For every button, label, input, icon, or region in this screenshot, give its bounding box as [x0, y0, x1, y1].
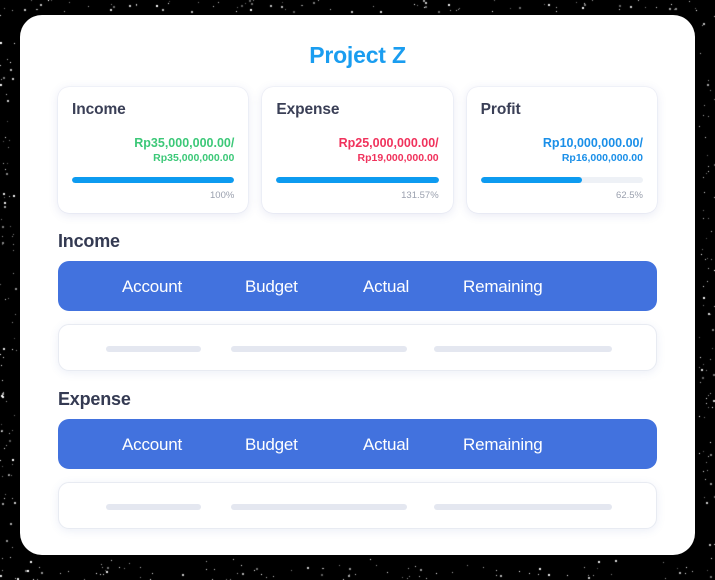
column-header-account[interactable]: Account	[122, 276, 245, 297]
summary-card-title: Income	[72, 101, 126, 118]
table-row[interactable]	[58, 324, 657, 371]
table-row[interactable]	[58, 482, 657, 529]
skeleton-placeholder	[434, 346, 612, 352]
column-header-actual[interactable]: Actual	[363, 434, 463, 455]
summary-card-income[interactable]: Income Rp35,000,000.00/ Rp35,000,000.00 …	[58, 87, 249, 213]
skeleton-placeholder	[106, 504, 201, 510]
summary-card-profit[interactable]: Profit Rp10,000,000.00/ Rp16,000,000.00 …	[466, 87, 657, 213]
summary-card-percent-label: 100%	[210, 190, 235, 201]
summary-card-percent-label: 62.5%	[616, 190, 643, 201]
column-header-remaining[interactable]: Remaining	[463, 276, 543, 297]
page-title: Project Z	[309, 42, 406, 68]
summary-card-progress-track	[276, 177, 439, 183]
summary-card-value-primary: Rp25,000,000.00/	[338, 136, 439, 150]
column-header-account[interactable]: Account	[122, 434, 245, 455]
summary-card-percent-label: 131.57%	[401, 190, 439, 201]
table-header-expense: Account Budget Actual Remaining	[58, 419, 657, 469]
summary-card-value-secondary: Rp35,000,000.00	[153, 152, 235, 164]
summary-card-expense[interactable]: Expense Rp25,000,000.00/ Rp19,000,000.00…	[262, 87, 453, 213]
column-header-budget[interactable]: Budget	[245, 276, 363, 297]
summary-card-values: Rp10,000,000.00/ Rp16,000,000.00	[481, 135, 643, 165]
section-expense: Expense Account Budget Actual Remaining	[20, 388, 695, 529]
skeleton-placeholder	[106, 346, 201, 352]
summary-card-value-secondary: Rp19,000,000.00	[357, 152, 439, 164]
summary-card-progress-fill	[480, 177, 583, 183]
skeleton-placeholder	[434, 504, 612, 510]
column-header-remaining[interactable]: Remaining	[463, 434, 543, 455]
summary-card-value-primary: Rp35,000,000.00/	[134, 136, 235, 150]
table-header-income: Account Budget Actual Remaining	[58, 261, 657, 311]
skeleton-placeholder	[231, 346, 407, 352]
summary-card-progress-track	[72, 177, 235, 183]
summary-card-values: Rp25,000,000.00/ Rp19,000,000.00	[276, 135, 439, 165]
summary-card-progress-fill	[72, 177, 235, 183]
summary-card-value-primary: Rp10,000,000.00/	[542, 136, 643, 150]
summary-card-values: Rp35,000,000.00/ Rp35,000,000.00	[72, 135, 234, 165]
summary-card-row: Income Rp35,000,000.00/ Rp35,000,000.00 …	[20, 87, 695, 213]
section-income: Income Account Budget Actual Remaining	[20, 230, 695, 371]
summary-card-progress-fill	[276, 177, 439, 183]
summary-card-title: Expense	[276, 101, 340, 118]
column-header-budget[interactable]: Budget	[245, 434, 363, 455]
section-title: Income	[58, 231, 120, 251]
section-title: Expense	[58, 389, 131, 409]
summary-card-value-secondary: Rp16,000,000.00	[561, 152, 643, 164]
skeleton-placeholder	[231, 504, 407, 510]
column-header-actual[interactable]: Actual	[363, 276, 463, 297]
app-panel: Project Z Income Rp35,000,000.00/ Rp35,0…	[20, 15, 695, 555]
summary-card-title: Profit	[480, 101, 521, 118]
summary-card-progress-track	[480, 177, 643, 183]
